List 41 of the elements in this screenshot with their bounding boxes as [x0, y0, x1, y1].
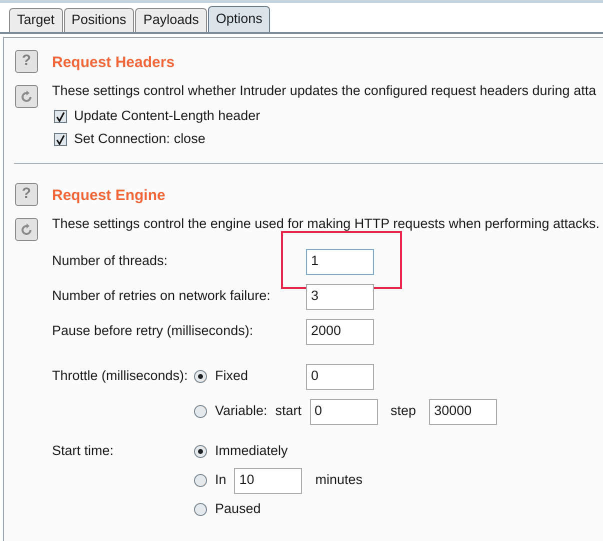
input-field[interactable]: 0 [306, 364, 374, 390]
refresh-button[interactable] [15, 85, 38, 108]
radio-button[interactable] [194, 503, 207, 516]
section-description: These settings control the engine used for making HTTP requests when performing attacks. [52, 215, 600, 233]
refresh-button[interactable] [15, 218, 38, 241]
label-text: Number of retries on network failure: [52, 288, 270, 304]
label-text: minutes [315, 471, 363, 490]
radio-button[interactable] [194, 370, 207, 383]
option-label: Fixed [215, 367, 248, 386]
tab[interactable]: Positions [64, 8, 134, 32]
input-field[interactable]: 2000 [306, 318, 374, 344]
option-label: Immediately [215, 442, 288, 460]
checkbox[interactable] [54, 133, 67, 146]
label-text: Update Content-Length header [74, 107, 260, 126]
option-label: In [215, 471, 226, 490]
input-field[interactable]: 0 [310, 398, 378, 424]
input-field[interactable]: 3 [306, 284, 374, 310]
tab[interactable]: Options [208, 6, 270, 32]
refresh-icon [20, 90, 33, 103]
label-text: step [390, 402, 416, 420]
option-label: Paused [215, 500, 261, 518]
label-text: Pause before retry (milliseconds): [52, 323, 254, 338]
label-text: Number of threads: [52, 253, 168, 268]
section-title: Request Engine [52, 186, 166, 206]
input-field[interactable]: 30000 [429, 398, 498, 424]
radio-button[interactable] [194, 474, 207, 487]
tab[interactable]: Target [9, 8, 63, 32]
radio-button[interactable] [194, 405, 207, 418]
input-field[interactable]: 10 [234, 468, 302, 494]
refresh-icon [20, 223, 33, 236]
option-label: Variable: [215, 402, 268, 420]
checkbox[interactable] [54, 110, 67, 123]
label-text: Throttle (milliseconds): [52, 367, 188, 386]
input-field[interactable]: 1 [306, 248, 374, 274]
radio-button[interactable] [194, 445, 207, 458]
label-text: Start time: [52, 442, 114, 460]
label-text: Set Connection: close [74, 130, 206, 148]
section-description: These settings control whether Intruder updates the configured request headers during atta [52, 82, 596, 100]
label-text: start [275, 402, 302, 420]
tab[interactable]: Payloads [135, 8, 207, 32]
section-title: Request Headers [52, 53, 176, 73]
